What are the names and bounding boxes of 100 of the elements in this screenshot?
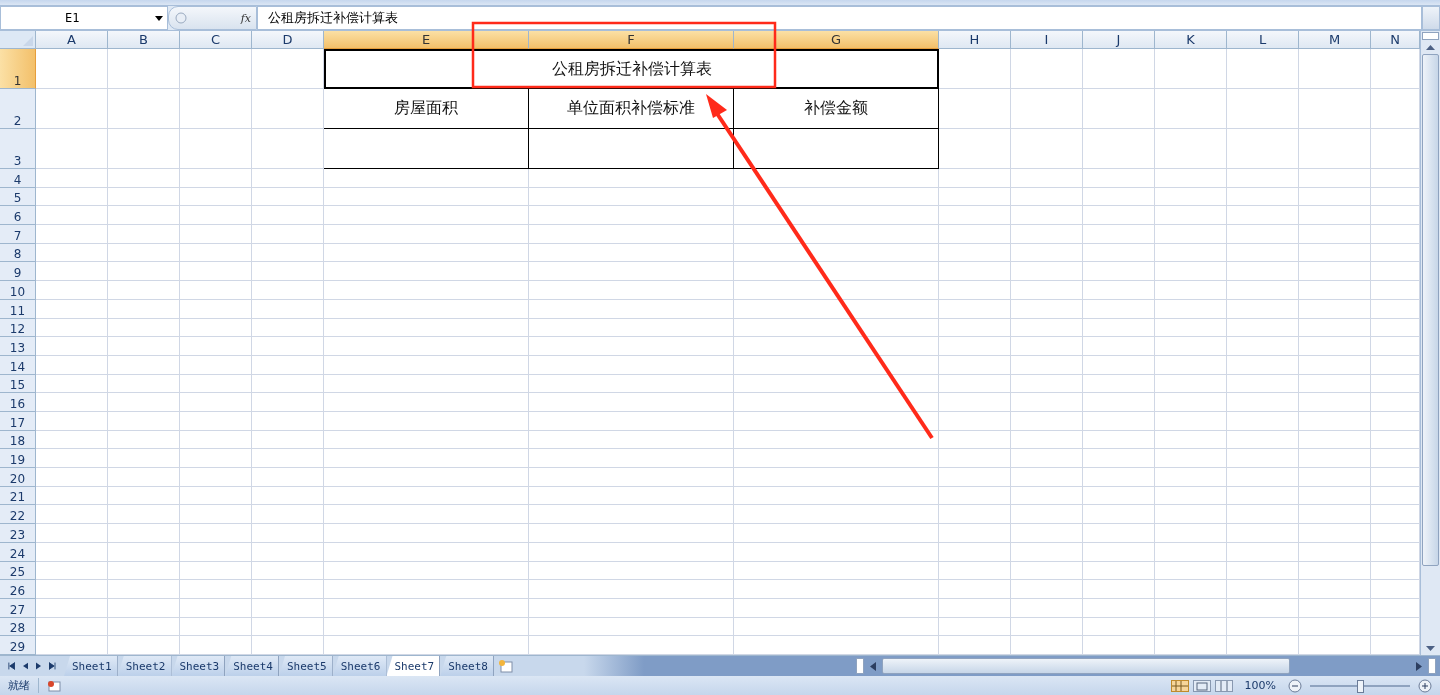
grid-cell[interactable] (252, 486, 324, 506)
grid-cell[interactable] (108, 486, 180, 506)
grid-cell[interactable] (36, 169, 108, 188)
grid-cell[interactable] (939, 169, 1011, 188)
grid-cell[interactable] (1227, 486, 1299, 506)
grid-cell[interactable] (1083, 337, 1155, 356)
grid-cell[interactable] (108, 561, 180, 581)
grid-cell[interactable] (734, 412, 939, 431)
grid-cell[interactable] (734, 243, 939, 263)
grid-cell[interactable] (1299, 49, 1371, 89)
grid-cell[interactable] (1083, 430, 1155, 450)
row-header[interactable]: 26 (0, 580, 36, 599)
grid-cell[interactable] (180, 542, 252, 562)
grid-cell[interactable] (180, 337, 252, 356)
grid-cell[interactable] (1011, 49, 1083, 89)
grid-cell[interactable] (1083, 374, 1155, 394)
row-header[interactable]: 6 (0, 206, 36, 226)
grid-cell[interactable] (529, 243, 734, 263)
grid-cell[interactable] (1083, 486, 1155, 506)
grid-cell[interactable] (252, 206, 324, 226)
grid-cell[interactable] (529, 187, 734, 207)
grid-cell[interactable] (734, 430, 939, 450)
grid-cell[interactable] (108, 617, 180, 637)
grid-cell[interactable] (1011, 262, 1083, 282)
column-header[interactable]: B (108, 31, 180, 49)
grid-cell[interactable] (1083, 262, 1155, 282)
grid-cell[interactable] (1155, 542, 1227, 562)
grid-cell[interactable] (108, 337, 180, 356)
grid-cell[interactable] (734, 542, 939, 562)
grid-cell[interactable] (939, 580, 1011, 599)
grid-cell[interactable] (1011, 561, 1083, 581)
grid-cell[interactable] (1227, 129, 1299, 169)
grid-cell[interactable] (1227, 505, 1299, 525)
row-header[interactable]: 17 (0, 412, 36, 431)
grid-cell[interactable] (36, 318, 108, 338)
grid-cell[interactable] (734, 374, 939, 394)
grid-cell[interactable] (1083, 169, 1155, 188)
grid-cell[interactable] (108, 243, 180, 263)
grid-cell[interactable] (1083, 49, 1155, 89)
grid-cell[interactable] (252, 225, 324, 244)
grid-cell[interactable] (1011, 169, 1083, 188)
grid-cell[interactable] (180, 187, 252, 207)
grid-cell[interactable] (1155, 561, 1227, 581)
grid-cell[interactable] (1227, 561, 1299, 581)
grid-cell[interactable] (1083, 225, 1155, 244)
grid-cell[interactable] (1227, 524, 1299, 543)
zoom-out-icon[interactable] (1288, 678, 1302, 693)
grid-cell[interactable] (939, 524, 1011, 543)
grid-cell[interactable] (180, 374, 252, 394)
grid-cell[interactable] (108, 393, 180, 412)
grid-cell[interactable] (1299, 89, 1371, 129)
grid-cell[interactable] (529, 374, 734, 394)
grid-cell[interactable] (939, 262, 1011, 282)
grid-cell[interactable] (36, 430, 108, 450)
row-header[interactable]: 4 (0, 169, 36, 188)
grid-cell[interactable] (1083, 468, 1155, 487)
grid-cell[interactable] (108, 468, 180, 487)
sheet-tab[interactable]: Sheet3 (171, 656, 226, 676)
grid-cell[interactable] (1011, 430, 1083, 450)
grid-cell[interactable] (324, 318, 529, 338)
grid-cell[interactable] (252, 505, 324, 525)
grid-cell[interactable] (1083, 318, 1155, 338)
column-header[interactable]: C (180, 31, 252, 49)
grid-cell[interactable] (324, 542, 529, 562)
grid-cell[interactable] (108, 542, 180, 562)
grid-cell[interactable] (939, 505, 1011, 525)
grid-cell[interactable] (180, 505, 252, 525)
grid-cell[interactable] (1011, 187, 1083, 207)
scrollbar-thumb[interactable] (882, 658, 1290, 674)
grid-cell[interactable] (108, 281, 180, 300)
grid-cell[interactable] (1011, 524, 1083, 543)
grid-cell[interactable] (180, 299, 252, 319)
grid-cell[interactable] (1299, 412, 1371, 431)
zoom-in-icon[interactable] (1418, 678, 1432, 693)
grid-cell[interactable] (1083, 617, 1155, 637)
grid-cell[interactable] (36, 412, 108, 431)
grid-cell[interactable] (36, 281, 108, 300)
zoom-slider-thumb[interactable] (1357, 679, 1364, 693)
column-header[interactable]: K (1155, 31, 1227, 49)
grid-cell[interactable] (734, 468, 939, 487)
sheet-tab[interactable]: Sheet4 (225, 656, 279, 676)
split-handle[interactable] (1428, 658, 1436, 674)
grid-cell[interactable] (1299, 206, 1371, 226)
grid-cell[interactable] (1083, 393, 1155, 412)
grid-cell[interactable] (1299, 617, 1371, 637)
grid-cell[interactable] (36, 449, 108, 469)
row-header[interactable]: 7 (0, 225, 36, 244)
grid-cell[interactable] (1155, 449, 1227, 469)
grid-cell[interactable] (1083, 243, 1155, 263)
row-header[interactable]: 22 (0, 505, 36, 525)
row-header[interactable]: 23 (0, 524, 36, 543)
grid-cell[interactable] (529, 412, 734, 431)
grid-cell[interactable] (180, 206, 252, 226)
grid-cell[interactable] (180, 281, 252, 300)
grid-cell[interactable] (180, 355, 252, 375)
grid-cell[interactable] (1299, 542, 1371, 562)
grid-cell[interactable] (108, 299, 180, 319)
scroll-left-button[interactable] (870, 661, 877, 671)
zoom-level[interactable]: 100% (1244, 679, 1276, 692)
grid-cell[interactable] (1227, 318, 1299, 338)
